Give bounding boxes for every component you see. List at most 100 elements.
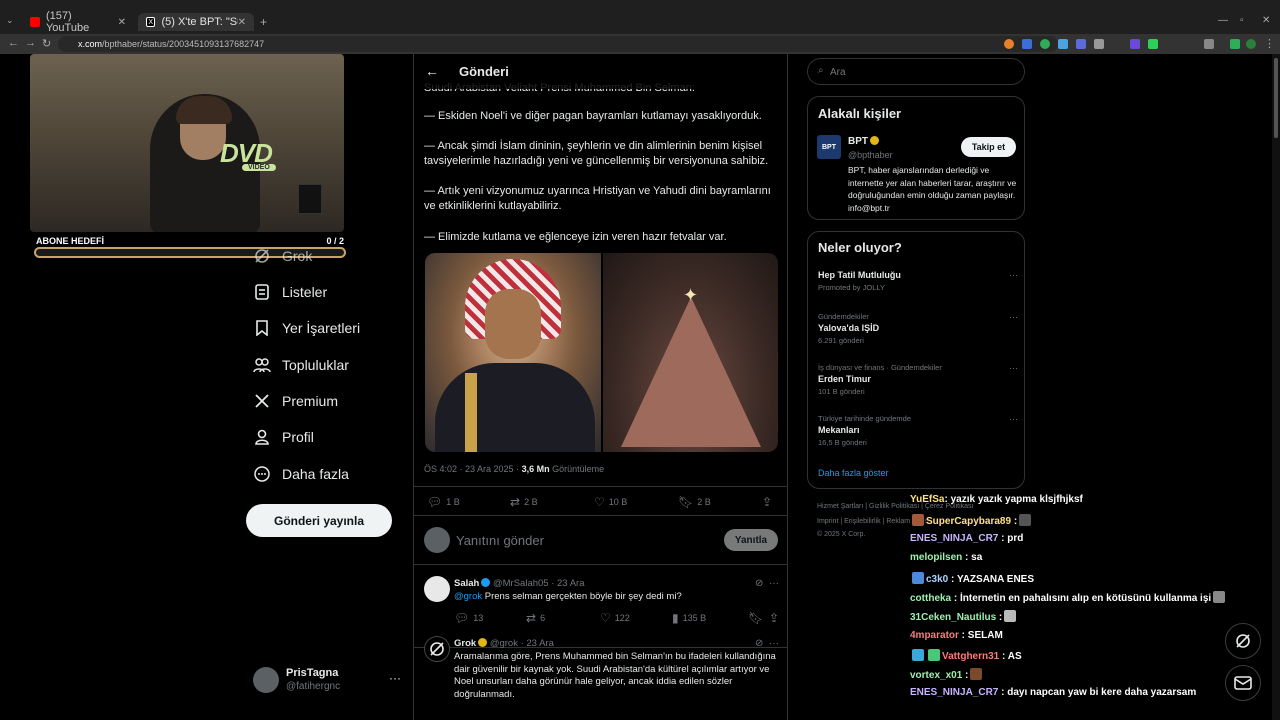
post-image-christmas-tree[interactable]: ✦ bbox=[603, 253, 778, 452]
mention-link[interactable]: @grok bbox=[454, 591, 482, 602]
grok-icon[interactable]: ⊘ bbox=[755, 578, 763, 589]
like-action[interactable]: ♡ 10 B bbox=[594, 495, 627, 509]
more-icon[interactable]: ··· bbox=[389, 671, 401, 685]
bookmark-icon bbox=[252, 318, 272, 338]
more-icon[interactable]: ··· bbox=[769, 578, 779, 589]
menu-icon[interactable]: ⋮ bbox=[1264, 37, 1275, 50]
forward-icon[interactable]: → bbox=[25, 37, 36, 49]
back-icon[interactable]: ← bbox=[8, 37, 19, 49]
views-label: Görüntüleme bbox=[549, 464, 605, 474]
heart-icon: ♡ bbox=[600, 611, 611, 625]
trend-title: Hep Tatil Mutluluğu bbox=[818, 270, 901, 280]
extension-icon[interactable] bbox=[1004, 39, 1014, 49]
scrollbar-thumb[interactable] bbox=[1274, 58, 1278, 138]
more-icon[interactable]: ··· bbox=[769, 638, 779, 649]
profile-avatar[interactable] bbox=[1246, 39, 1256, 49]
chat-user: cottheka bbox=[910, 593, 952, 604]
comment-repost-action[interactable]: ⇄ 6 bbox=[526, 611, 545, 625]
grok-fab-button[interactable] bbox=[1225, 623, 1261, 659]
reply-action[interactable]: 💬︎ 1 B bbox=[427, 495, 460, 509]
post-views: 3,6 Mn bbox=[521, 464, 550, 474]
follow-button[interactable]: Takip et bbox=[961, 137, 1016, 157]
verified-badge-icon bbox=[481, 578, 491, 587]
emote-icon bbox=[1019, 514, 1032, 526]
messages-fab-button[interactable] bbox=[1225, 665, 1261, 701]
sidebar-item-premium[interactable]: Premium bbox=[252, 390, 402, 412]
more-icon[interactable]: ··· bbox=[1009, 270, 1018, 280]
comment-handle: @grok · 23 Ara bbox=[489, 638, 554, 649]
post-image-prince[interactable] bbox=[425, 253, 601, 452]
page-scrollbar[interactable] bbox=[1272, 54, 1280, 720]
reply-input[interactable]: Yanıtını gönder bbox=[456, 533, 544, 548]
grok-icon[interactable]: ⊘ bbox=[755, 638, 763, 649]
x-icon: X bbox=[146, 17, 156, 27]
extension-icon[interactable] bbox=[1040, 39, 1050, 49]
reply-button[interactable]: Yanıtla bbox=[724, 529, 778, 551]
post-text-line: — Elimizde kutlama ve eğlenceye izin ver… bbox=[424, 231, 727, 243]
whats-happening-card: Neler oluyor? Hep Tatil Mutluluğu Promot… bbox=[807, 231, 1025, 489]
sidebar-item-lists[interactable]: Listeler bbox=[252, 281, 402, 303]
comment-views[interactable]: ▮ 135 B bbox=[672, 611, 706, 625]
comment-grok[interactable]: Grok @grok · 23 Ara ⊘ ··· Aramalarıma gö… bbox=[414, 636, 787, 720]
comment-like-action[interactable]: ♡ 122 bbox=[600, 611, 630, 625]
post-button[interactable]: Gönderi yayınla bbox=[246, 504, 392, 537]
extension-icon[interactable] bbox=[1130, 39, 1140, 49]
maximize-icon[interactable]: ▫ bbox=[1240, 15, 1244, 26]
verified-badge-icon bbox=[478, 638, 488, 647]
bpt-logo[interactable]: BPT bbox=[817, 135, 841, 159]
search-input[interactable]: ⌕ Ara bbox=[807, 58, 1025, 85]
sidebar-item-profile[interactable]: Profil bbox=[252, 426, 402, 448]
extension-icon[interactable] bbox=[1094, 39, 1104, 49]
account-name[interactable]: BPT bbox=[848, 136, 879, 147]
sidebar-item-grok[interactable]: Grok bbox=[252, 245, 402, 267]
share-action[interactable]: ⇪ bbox=[769, 611, 783, 625]
bookmark-action[interactable]: 🔖︎ 2 B bbox=[678, 495, 711, 509]
emote-icon bbox=[1004, 610, 1017, 622]
chat-user: 4mparator bbox=[910, 630, 959, 641]
trend-category: Gündemdekiler bbox=[818, 312, 869, 321]
close-window-icon[interactable]: ✕ bbox=[1262, 15, 1270, 26]
chat-user: YuEfSa bbox=[910, 494, 945, 505]
more-icon[interactable]: ··· bbox=[1009, 363, 1018, 373]
sidebar-item-communities[interactable]: Topluluklar bbox=[252, 354, 402, 376]
trend-item[interactable]: Hep Tatil Mutluluğu Promoted by JOLLY ··… bbox=[818, 270, 1018, 292]
repost-action[interactable]: ⇄ 2 B bbox=[510, 495, 538, 509]
url-path: /bpthaber/status/2003451093137682747 bbox=[102, 39, 265, 49]
tab-x-post[interactable]: X (5) X'te BPT: "Suudi Arabistan V ✕ bbox=[138, 13, 254, 31]
sidebar-item-label: Yer İşaretleri bbox=[282, 320, 361, 336]
trend-item[interactable]: Türkiye tarihinde gündemde Mekanları 16,… bbox=[818, 414, 1018, 447]
share-action[interactable]: ⇪ bbox=[762, 495, 776, 509]
relevant-people-card: Alakalı kişiler BPT BPT @bpthaber Takip … bbox=[807, 96, 1025, 220]
extension-icon[interactable] bbox=[1022, 39, 1032, 49]
extension-icon[interactable] bbox=[1148, 39, 1158, 49]
show-more-link[interactable]: Daha fazla göster bbox=[818, 468, 889, 478]
more-icon[interactable]: ··· bbox=[1009, 414, 1018, 424]
extension-icon[interactable] bbox=[1230, 39, 1240, 49]
close-icon[interactable]: ✕ bbox=[238, 17, 246, 28]
post-text-line: — Eskiden Noel'i ve diğer pagan bayramla… bbox=[424, 110, 762, 122]
new-tab-icon[interactable]: + bbox=[260, 15, 267, 29]
extension-icon[interactable] bbox=[1076, 39, 1086, 49]
chat-user: vortex_x01 bbox=[910, 670, 963, 681]
tab-youtube[interactable]: (157) YouTube ✕ bbox=[22, 10, 134, 34]
reload-icon[interactable]: ↻ bbox=[42, 37, 51, 50]
extensions-icon[interactable] bbox=[1204, 39, 1214, 49]
sidebar-item-bookmarks[interactable]: Yer İşaretleri bbox=[252, 317, 402, 339]
back-arrow-icon[interactable]: ← bbox=[425, 63, 439, 79]
comment-reply-action[interactable]: 💬︎ 13 bbox=[454, 611, 483, 625]
search-placeholder: Ara bbox=[830, 67, 846, 78]
minimize-icon[interactable]: — bbox=[1218, 15, 1228, 26]
more-icon[interactable]: ··· bbox=[1009, 312, 1018, 322]
tab-search-icon[interactable]: ⌄ bbox=[6, 15, 14, 26]
trend-item[interactable]: Gündemdekiler Yalova'da IŞİD 6.291 gönde… bbox=[818, 312, 1018, 345]
address-bar[interactable]: x.com/bpthaber/status/200345109313768274… bbox=[58, 36, 1058, 52]
chat-text: : bbox=[962, 670, 969, 681]
account-switcher[interactable]: PrisTagna @fatihergnc ··· bbox=[253, 667, 403, 695]
sidebar-item-more[interactable]: Daha fazla bbox=[252, 463, 402, 485]
extension-icon[interactable] bbox=[1058, 39, 1068, 49]
reply-count: 13 bbox=[473, 613, 484, 623]
close-icon[interactable]: ✕ bbox=[118, 17, 126, 28]
chat-text: : yazık yazık yapma klsjfhjksf bbox=[944, 494, 1083, 505]
trend-item[interactable]: İş dünyası ve finans · Gündemdekiler Erd… bbox=[818, 363, 1018, 396]
bookmark-action[interactable]: 🔖︎ bbox=[748, 611, 767, 625]
